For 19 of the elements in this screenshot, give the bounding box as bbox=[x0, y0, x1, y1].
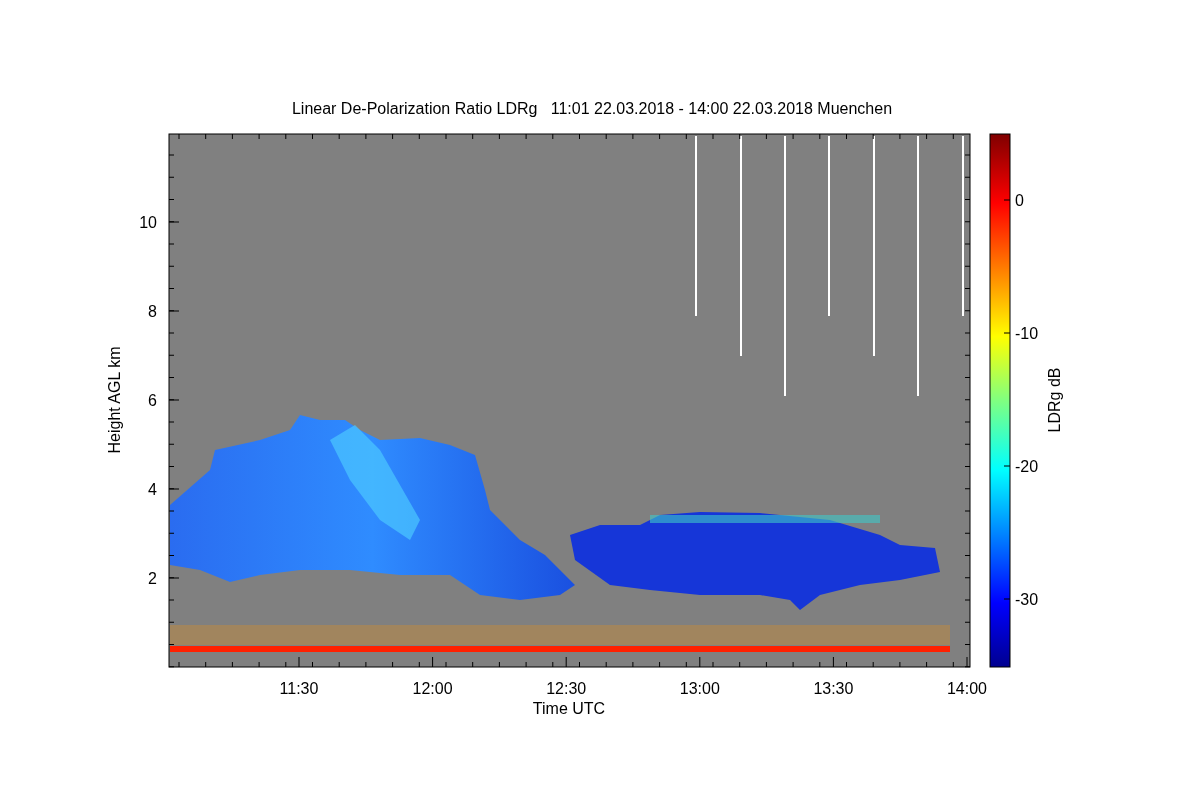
colorbar-tick-label: -10 bbox=[1015, 325, 1039, 342]
y-tick-label: 4 bbox=[148, 481, 157, 498]
x-tick-label: 12:30 bbox=[546, 680, 587, 697]
y-axis-label: Height AGL km bbox=[106, 346, 123, 454]
y-tick-label: 6 bbox=[148, 392, 157, 409]
y-tick-label: 2 bbox=[148, 570, 157, 587]
x-tick-label: 13:30 bbox=[813, 680, 854, 697]
x-tick-label: 14:00 bbox=[947, 680, 987, 697]
x-tick-label: 13:00 bbox=[679, 680, 720, 697]
y-tick-label: 8 bbox=[148, 303, 157, 320]
chart-title: Linear De-Polarization Ratio LDRg 11:01 22.03.2018 - 14:00 22.03.2018 Muenchen bbox=[291, 100, 893, 117]
colorbar-tick-label: 0 bbox=[1015, 192, 1024, 209]
x-axis-label: Time UTC bbox=[532, 700, 606, 717]
x-tick-label: 12:00 bbox=[412, 680, 453, 697]
y-tick-label: 10 bbox=[139, 214, 157, 231]
colorbar-label: LDRg dB bbox=[1046, 367, 1063, 433]
colorbar-tick-label: -30 bbox=[1015, 591, 1039, 608]
x-tick-label: 11:30 bbox=[279, 680, 319, 697]
colorbar-tick-label: -20 bbox=[1015, 458, 1039, 475]
